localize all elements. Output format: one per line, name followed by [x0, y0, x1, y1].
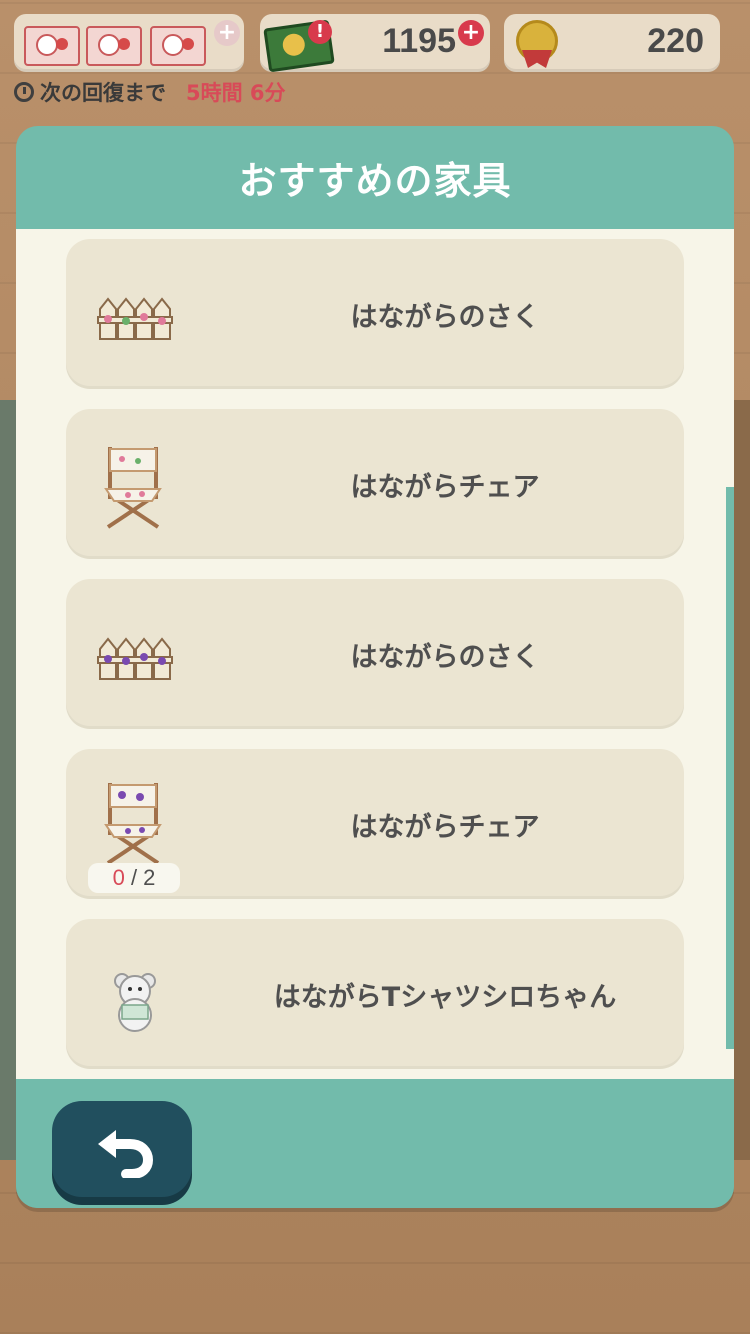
- furniture-name: はながらのさく: [350, 301, 540, 333]
- money-value: 1195: [382, 22, 456, 60]
- furniture-name: はながらTシャツシロちゃん: [273, 981, 617, 1013]
- fence-icon: [97, 637, 173, 680]
- ribbon-icon: [522, 50, 552, 68]
- background-edge-left: [0, 400, 16, 1160]
- ticket-icon: [150, 26, 206, 66]
- furniture-item[interactable]: はながらTシャツシロちゃん: [66, 919, 684, 1069]
- recommended-furniture-dialog: おすすめの家具 はながらのさく はながらチェア はながらのさく 0 / 2 はな…: [16, 126, 734, 1208]
- furniture-item[interactable]: はながらチェア: [66, 409, 684, 559]
- furniture-name: はながらのさく: [350, 641, 540, 673]
- clock-icon: [14, 82, 34, 102]
- plus-icon[interactable]: +: [458, 20, 484, 46]
- ticket-icon: [86, 26, 142, 66]
- background-edge-right: [734, 400, 750, 1160]
- required-count: 2: [143, 865, 156, 890]
- medal-counter: 220: [504, 14, 720, 72]
- money-counter[interactable]: ! 1195 +: [260, 14, 490, 73]
- bear-plush-icon: [114, 973, 156, 1032]
- furniture-name: はながらチェア: [350, 471, 540, 503]
- furniture-item[interactable]: 0 / 2 はながらチェア: [66, 749, 684, 899]
- recovery-timer: 次の回復まで 5時間 6分: [14, 78, 286, 106]
- list-scrollbar[interactable]: [726, 487, 734, 1049]
- status-bar: + ! 1195 + 220: [14, 14, 736, 74]
- dialog-title: おすすめの家具: [238, 159, 512, 203]
- furniture-list[interactable]: はながらのさく はながらチェア はながらのさく 0 / 2 はながらチェア はな…: [16, 229, 734, 1079]
- ticket-icon: [24, 26, 80, 66]
- medal-value: 220: [647, 22, 704, 60]
- furniture-item[interactable]: はながらのさく: [66, 579, 684, 729]
- timer-label: 次の回復まで: [40, 81, 166, 105]
- furniture-name: はながらチェア: [350, 811, 540, 843]
- undo-arrow-icon: [98, 1130, 154, 1178]
- plus-icon[interactable]: +: [214, 20, 240, 46]
- ticket-counter[interactable]: +: [14, 14, 244, 72]
- fence-icon: [97, 297, 173, 340]
- owned-separator: /: [130, 865, 144, 890]
- owned-count-badge: 0 / 2: [88, 863, 180, 893]
- owned-count: 0: [112, 865, 125, 890]
- alert-icon: !: [308, 20, 332, 44]
- timer-value: 5時間 6分: [186, 81, 286, 105]
- director-chair-icon: [104, 783, 162, 865]
- furniture-item[interactable]: はながらのさく: [66, 239, 684, 389]
- director-chair-icon: [104, 447, 162, 529]
- back-button[interactable]: [52, 1101, 192, 1197]
- dialog-footer: [16, 1079, 734, 1208]
